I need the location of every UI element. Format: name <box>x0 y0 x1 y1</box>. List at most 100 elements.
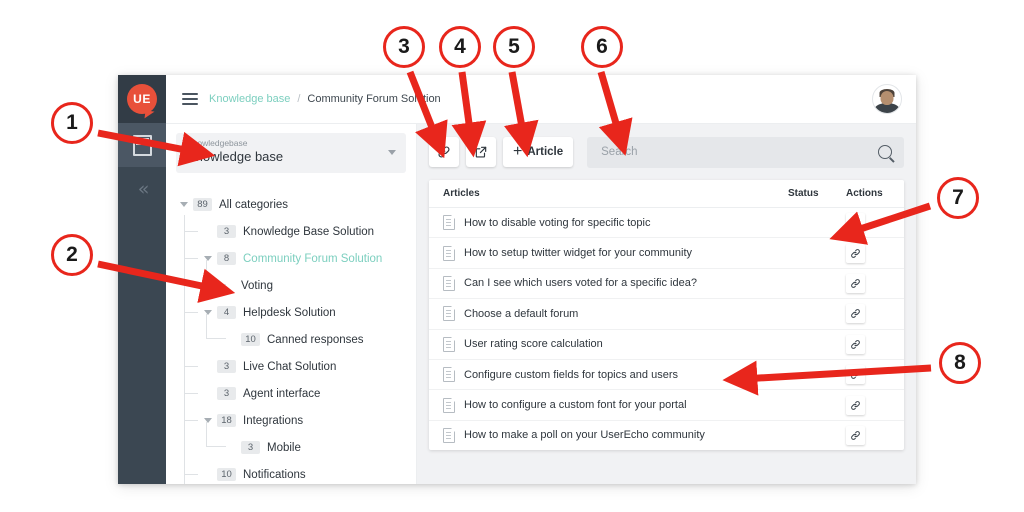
tree-item-count: 89 <box>193 198 212 211</box>
tree-item[interactable]: 3 Live Chat Solution <box>180 353 416 380</box>
annotation-marker-3: 3 <box>383 26 425 68</box>
link-icon <box>851 248 860 258</box>
tree-item[interactable]: 3 Knowledge Base Solution <box>180 218 416 245</box>
article-title[interactable]: Can I see which users voted for a specif… <box>464 277 788 289</box>
article-actions <box>846 425 890 445</box>
annotation-marker-5: 5 <box>493 26 535 68</box>
table-row[interactable]: How to disable voting for specific topic <box>429 208 904 239</box>
article-title[interactable]: Configure custom fields for topics and u… <box>464 369 788 381</box>
tree-item[interactable]: Voting <box>180 260 416 299</box>
tree-item-label: Knowledge Base Solution <box>243 225 375 238</box>
article-title[interactable]: User rating score calculation <box>464 338 788 350</box>
article-title[interactable]: How to make a poll on your UserEcho comm… <box>464 429 788 441</box>
user-avatar[interactable] <box>872 84 902 114</box>
tree-item[interactable]: 3 Mobile <box>180 422 416 461</box>
tree-item-count: 3 <box>217 225 236 238</box>
link-icon <box>851 339 860 349</box>
article-actions <box>846 395 890 415</box>
hamburger-menu-icon[interactable] <box>182 93 198 105</box>
copy-article-link-button[interactable] <box>846 334 865 354</box>
article-title[interactable]: How to setup twitter widget for your com… <box>464 247 788 259</box>
search-field[interactable] <box>587 136 904 168</box>
table-row[interactable]: User rating score calculation <box>429 330 904 360</box>
categories-panel: Knowledgebase Knowledge base 89 All categ… <box>166 124 417 484</box>
add-article-button[interactable]: + Article <box>503 137 574 167</box>
knowledgebase-select[interactable]: Knowledgebase Knowledge base <box>176 133 406 173</box>
annotation-marker-6: 6 <box>581 26 623 68</box>
article-actions <box>846 273 890 293</box>
articles-table: Articles Status Actions How to disable v… <box>429 180 904 451</box>
article-title[interactable]: How to disable voting for specific topic <box>464 217 788 229</box>
tree-item-count: 3 <box>217 360 236 373</box>
tree-connector <box>206 314 226 339</box>
search-icon[interactable] <box>878 145 892 159</box>
chevron-down-icon[interactable] <box>180 202 188 207</box>
table-row[interactable]: How to configure a custom font for your … <box>429 390 904 421</box>
tree-item-label: Agent interface <box>243 387 321 400</box>
tree-item[interactable]: 10 Canned responses <box>180 314 416 353</box>
add-article-label: Article <box>527 146 564 158</box>
annotation-marker-2: 2 <box>51 234 93 276</box>
table-row[interactable]: Configure custom fields for topics and u… <box>429 360 904 391</box>
tree-item-count: 3 <box>241 441 260 454</box>
copy-article-link-button[interactable] <box>846 395 865 415</box>
article-actions <box>846 304 890 324</box>
tree-item[interactable]: 10 Notifications <box>180 461 416 484</box>
search-input[interactable] <box>599 145 878 159</box>
tree-connector <box>184 231 198 232</box>
link-icon <box>851 370 860 379</box>
document-icon <box>443 336 455 352</box>
article-actions <box>846 213 890 233</box>
tree-connector <box>184 393 198 394</box>
knowledgebase-select-value: Knowledge base <box>187 149 284 164</box>
app-logo[interactable]: UE <box>118 75 166 123</box>
tree-item-label: All categories <box>219 198 289 211</box>
document-icon <box>443 275 455 291</box>
tree-item-count: 3 <box>217 387 236 400</box>
knowledgebase-select-label: Knowledgebase <box>187 138 248 148</box>
left-rail: UE « <box>118 75 166 484</box>
article-title[interactable]: Choose a default forum <box>464 308 788 320</box>
tree-item[interactable]: 4 Helpdesk Solution <box>180 299 416 326</box>
table-row[interactable]: How to make a poll on your UserEcho comm… <box>429 421 904 450</box>
table-row[interactable]: Choose a default forum <box>429 299 904 330</box>
tree-item-label: Community Forum Solution <box>243 252 383 265</box>
tree-item-label: Mobile <box>267 441 301 454</box>
tree-connector <box>184 258 198 259</box>
copy-article-link-button[interactable] <box>846 304 865 324</box>
tree-item[interactable]: 3 Agent interface <box>180 380 416 407</box>
annotation-marker-1: 1 <box>51 102 93 144</box>
copy-article-link-button[interactable] <box>846 213 865 233</box>
tree-connector <box>184 420 198 421</box>
column-header-actions: Actions <box>846 188 883 199</box>
tree-item-count: 10 <box>241 333 260 346</box>
document-icon <box>443 367 455 383</box>
tree-item-label: Helpdesk Solution <box>243 306 336 319</box>
app-window: UE « Knowledge base / Community Forum So… <box>118 75 916 484</box>
copy-link-button[interactable] <box>429 137 459 167</box>
tree-item-count: 4 <box>217 306 236 319</box>
link-icon <box>851 218 860 228</box>
copy-article-link-button[interactable] <box>846 243 865 263</box>
table-row[interactable]: How to setup twitter widget for your com… <box>429 238 904 269</box>
article-title[interactable]: How to configure a custom font for your … <box>464 399 788 411</box>
table-row[interactable]: Can I see which users voted for a specif… <box>429 269 904 300</box>
tree-item-label: Integrations <box>243 414 304 427</box>
tree-item[interactable]: 8 Community Forum Solution <box>180 245 416 272</box>
collapse-sidebar-button[interactable]: « <box>118 167 166 211</box>
open-external-button[interactable] <box>466 137 496 167</box>
column-header-articles: Articles <box>443 188 480 199</box>
copy-article-link-button[interactable] <box>846 425 865 445</box>
document-icon <box>443 245 455 261</box>
copy-article-link-button[interactable] <box>846 365 865 385</box>
article-actions <box>846 334 890 354</box>
rail-item-knowledge-base[interactable] <box>118 123 166 167</box>
article-actions <box>846 243 890 263</box>
tree-connector <box>184 312 198 313</box>
tree-item[interactable]: 18 Integrations <box>180 407 416 434</box>
tree-connector <box>184 366 198 367</box>
tree-item[interactable]: 89 All categories <box>180 191 416 218</box>
breadcrumb-root[interactable]: Knowledge base <box>209 93 290 105</box>
copy-article-link-button[interactable] <box>846 273 865 293</box>
tree-connector <box>206 260 226 285</box>
